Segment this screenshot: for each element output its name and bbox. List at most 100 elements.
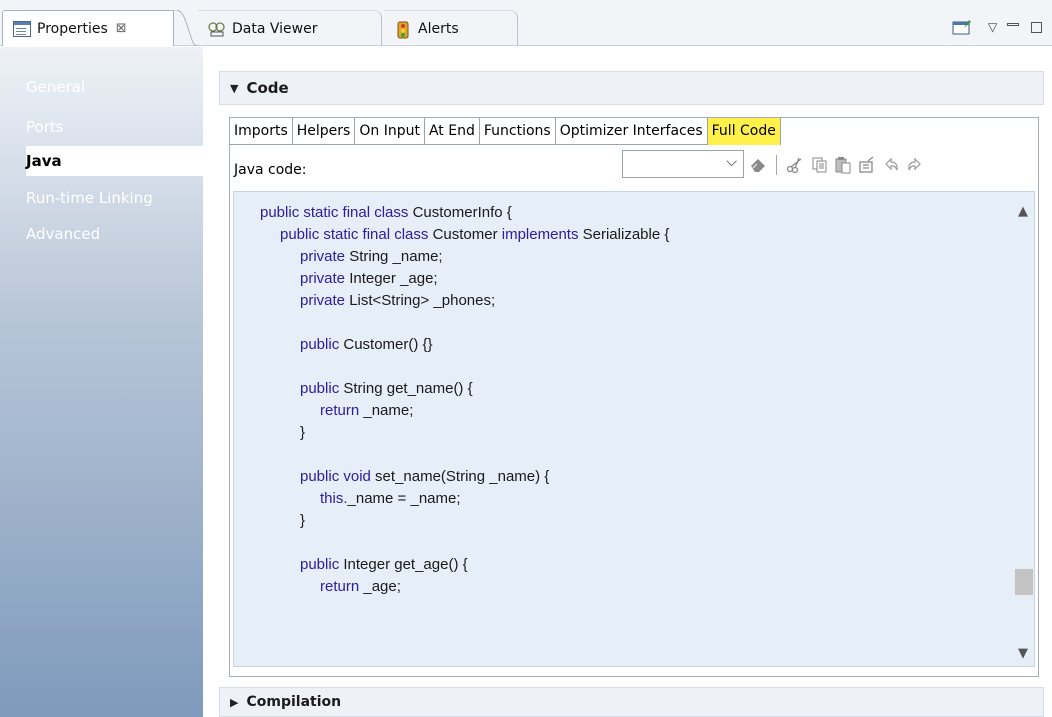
eraser-icon[interactable] — [746, 154, 770, 176]
subtab-at-end[interactable]: At End — [424, 118, 480, 145]
java-code-combo[interactable]: ⌵ — [622, 150, 744, 178]
format-icon[interactable] — [855, 154, 879, 176]
code-line: public Customer() {} — [260, 334, 669, 356]
tab-separator — [172, 10, 198, 46]
code-line: } — [260, 422, 669, 444]
code-text-fragment: String _name; — [345, 248, 443, 265]
code-keyword: public — [300, 380, 340, 397]
properties-sidebar: General Ports Java Run-time Linking Adva… — [0, 47, 203, 717]
code-toolbar — [746, 154, 927, 176]
code-line: private String _name; — [260, 246, 669, 268]
tab-properties-label: Properties — [37, 20, 108, 37]
code-keyword: public static final class — [280, 226, 429, 243]
code-keyword: implements — [501, 226, 579, 243]
chevron-down-icon: ⌵ — [726, 154, 737, 170]
code-text-fragment: _name; — [359, 402, 414, 419]
code-text-fragment: List<String> _phones; — [345, 292, 496, 309]
view-controls: ▽ — [952, 18, 1043, 36]
copy-icon[interactable] — [807, 154, 831, 176]
scroll-up-icon[interactable]: ▲ — [1012, 204, 1034, 224]
maximize-icon[interactable] — [1031, 21, 1043, 33]
toolbar-separator — [776, 155, 777, 175]
code-text-fragment: Customer() {} — [339, 336, 433, 353]
subtab-functions[interactable]: Functions — [479, 118, 556, 145]
sidebar-item-general[interactable]: General — [0, 72, 203, 102]
sidebar-item-label: Run-time Linking — [26, 189, 153, 207]
tab-alerts-label: Alerts — [418, 20, 459, 37]
code-line: return _name; — [260, 400, 669, 422]
tab-properties[interactable]: Properties ⊠ — [2, 10, 174, 46]
java-code-label: Java code: — [234, 162, 307, 178]
code-section-header[interactable]: ▼ Code — [219, 71, 1044, 105]
code-text: public static final class CustomerInfo {… — [260, 202, 669, 598]
subtab-imports[interactable]: Imports — [230, 118, 293, 145]
vertical-scrollbar[interactable]: ▲ ▼ — [1012, 192, 1034, 666]
code-keyword: public — [300, 556, 340, 573]
code-text-fragment: CustomerInfo { — [408, 204, 512, 221]
java-code-editor[interactable]: public static final class CustomerInfo {… — [233, 191, 1035, 667]
subtab-full-code[interactable]: Full Code — [707, 118, 781, 145]
tab-alerts[interactable]: Alerts — [384, 10, 518, 46]
code-keyword: private — [300, 292, 346, 309]
view-tab-bar: Properties ⊠ Data Viewer Alerts ▽ — [0, 0, 1052, 46]
code-line: public Integer get_age() { — [260, 554, 669, 576]
code-text-fragment: } — [300, 424, 306, 441]
code-text-fragment: _name = _name; — [347, 490, 461, 507]
code-keyword: public void — [300, 468, 371, 485]
undo-icon[interactable] — [879, 154, 903, 176]
code-line: public static final class Customer imple… — [260, 224, 669, 246]
tab-data-viewer[interactable]: Data Viewer — [198, 10, 382, 46]
paste-icon[interactable] — [831, 154, 855, 176]
properties-icon — [13, 20, 31, 37]
close-icon[interactable]: ⊠ — [116, 21, 127, 36]
scroll-thumb[interactable] — [1015, 569, 1033, 595]
code-line: return _age; — [260, 576, 669, 598]
pin-icon[interactable] — [952, 18, 974, 36]
code-text-fragment: _age; — [359, 578, 401, 595]
minimize-icon[interactable] — [1007, 22, 1020, 26]
code-keyword: private — [300, 248, 346, 265]
code-line: public void set_name(String _name) { — [260, 466, 669, 488]
code-line: private Integer _age; — [260, 268, 669, 290]
code-text-fragment: String get_name() { — [339, 380, 473, 397]
sidebar-item-label: Advanced — [26, 225, 101, 243]
sidebar-item-ports[interactable]: Ports — [0, 112, 203, 142]
code-line: } — [260, 510, 669, 532]
code-text-fragment: Customer — [428, 226, 502, 243]
view-menu-icon[interactable]: ▽ — [988, 20, 997, 34]
compilation-section-header[interactable]: ▶ Compilation — [219, 687, 1044, 717]
code-text-fragment: set_name(String _name) { — [370, 468, 550, 485]
code-keyword: public static final class — [260, 204, 409, 221]
code-keyword: return — [320, 402, 360, 419]
code-text-fragment: } — [300, 512, 306, 529]
code-section-title: Code — [246, 79, 289, 97]
code-keyword: public — [300, 336, 340, 353]
code-text-fragment: Integer get_age() { — [339, 556, 468, 573]
expand-triangle-icon: ▶ — [230, 695, 239, 709]
redo-icon[interactable] — [903, 154, 927, 176]
code-keyword: return — [320, 578, 360, 595]
cut-icon[interactable] — [783, 154, 807, 176]
sidebar-item-label: General — [26, 78, 86, 96]
sidebar-item-advanced[interactable]: Advanced — [0, 219, 203, 249]
collapse-triangle-icon: ▼ — [230, 81, 239, 95]
compilation-section-title: Compilation — [246, 694, 342, 710]
alerts-icon — [394, 21, 412, 38]
code-line: private List<String> _phones; — [260, 290, 669, 312]
scroll-down-icon[interactable]: ▼ — [1012, 646, 1034, 666]
subtab-helpers[interactable]: Helpers — [292, 118, 356, 145]
subtab-optimizer-interfaces[interactable]: Optimizer Interfaces — [555, 118, 708, 145]
sidebar-item-run-time-linking[interactable]: Run-time Linking — [0, 183, 203, 213]
code-keyword: this. — [320, 490, 348, 507]
subtab-on-input[interactable]: On Input — [355, 118, 425, 145]
code-subtabs: Imports Helpers On Input At End Function… — [230, 118, 781, 145]
code-line: public static final class CustomerInfo { — [260, 202, 669, 224]
properties-main: ▼ Code Imports Helpers On Input At End F… — [203, 47, 1052, 717]
code-line: public String get_name() { — [260, 378, 669, 400]
sidebar-item-java[interactable]: Java — [26, 146, 203, 176]
sidebar-item-label: Ports — [26, 118, 64, 136]
